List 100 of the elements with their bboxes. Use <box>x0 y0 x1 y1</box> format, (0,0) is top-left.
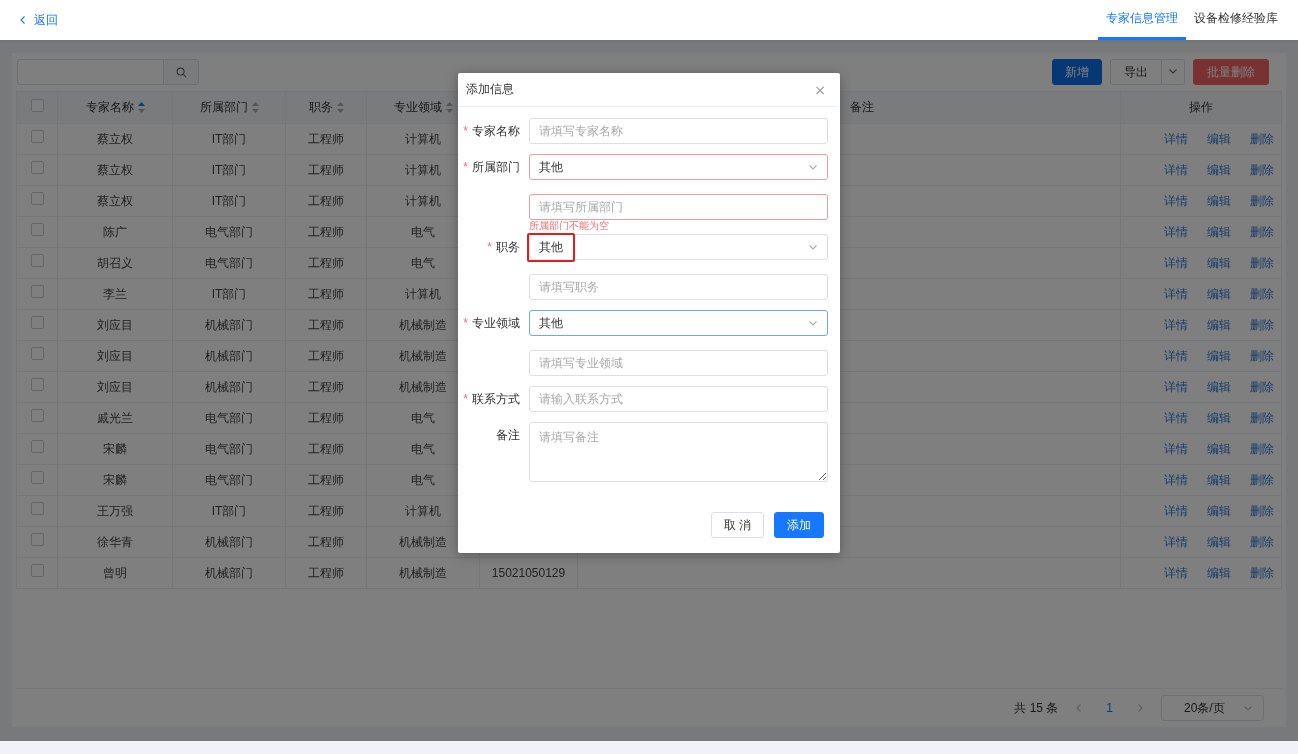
action-link[interactable]: 编辑 <box>1207 347 1231 365</box>
search-button[interactable] <box>163 59 199 85</box>
table-cell: 工程师 <box>308 379 344 394</box>
action-link[interactable]: 编辑 <box>1207 502 1231 520</box>
action-link[interactable]: 编辑 <box>1207 130 1231 148</box>
select-field[interactable]: 其他 <box>529 310 828 336</box>
action-link[interactable]: 删除 <box>1250 409 1274 427</box>
export-dropdown-button[interactable] <box>1162 59 1185 85</box>
action-link[interactable]: 删除 <box>1250 347 1274 365</box>
input-field[interactable]: 请填写专业领域 <box>529 350 828 376</box>
input-field[interactable]: 请填写职务 <box>529 274 828 300</box>
action-link[interactable]: 详情 <box>1164 533 1188 551</box>
action-link[interactable]: 删除 <box>1250 502 1274 520</box>
action-link[interactable]: 详情 <box>1164 564 1188 582</box>
sort-icon[interactable] <box>137 102 145 114</box>
action-link[interactable]: 详情 <box>1164 316 1188 334</box>
action-link[interactable]: 详情 <box>1164 347 1188 365</box>
input-field[interactable]: 请填写专家名称 <box>529 118 828 144</box>
action-link[interactable]: 删除 <box>1250 254 1274 272</box>
action-link[interactable]: 编辑 <box>1207 254 1231 272</box>
add-button[interactable]: 新增 <box>1052 59 1102 85</box>
row-checkbox[interactable] <box>30 409 44 423</box>
action-link[interactable]: 删除 <box>1250 378 1274 396</box>
action-link[interactable]: 编辑 <box>1207 378 1231 396</box>
action-link[interactable]: 详情 <box>1164 409 1188 427</box>
row-checkbox[interactable] <box>30 316 44 330</box>
action-link[interactable]: 详情 <box>1164 192 1188 210</box>
cancel-button[interactable]: 取 消 <box>710 512 764 538</box>
table-cell: 电气部门 <box>205 224 253 239</box>
sort-icon[interactable] <box>336 102 344 114</box>
action-link[interactable]: 编辑 <box>1207 223 1231 241</box>
action-link[interactable]: 详情 <box>1164 502 1188 520</box>
action-link[interactable]: 删除 <box>1250 223 1274 241</box>
action-link[interactable]: 编辑 <box>1207 440 1231 458</box>
action-link[interactable]: 详情 <box>1164 223 1188 241</box>
row-checkbox[interactable] <box>30 285 44 299</box>
action-link[interactable]: 删除 <box>1250 192 1274 210</box>
action-link[interactable]: 详情 <box>1164 378 1188 396</box>
nav-tab[interactable]: 设备检修经验库 <box>1186 0 1286 40</box>
error-message: 所属部门不能为空 <box>529 220 609 231</box>
action-link[interactable]: 详情 <box>1164 161 1188 179</box>
row-checkbox[interactable] <box>30 192 44 206</box>
action-link[interactable]: 详情 <box>1164 130 1188 148</box>
action-link[interactable]: 删除 <box>1250 564 1274 582</box>
row-checkbox[interactable] <box>30 378 44 392</box>
table-cell: 机械部门 <box>205 317 253 332</box>
page-size-select[interactable]: 20条/页 <box>1161 695 1264 721</box>
table-cell: IT部门 <box>211 162 247 177</box>
table-cell: 机械部门 <box>205 565 253 580</box>
select-field[interactable]: 其他 <box>529 234 828 260</box>
export-button[interactable]: 导出 <box>1110 59 1162 85</box>
row-checkbox[interactable] <box>30 130 44 144</box>
row-checkbox[interactable] <box>30 533 44 547</box>
action-link[interactable]: 编辑 <box>1207 161 1231 179</box>
back-link[interactable]: 返回 <box>18 0 58 40</box>
action-link[interactable]: 编辑 <box>1207 285 1231 303</box>
table-cell: 工程师 <box>308 410 344 425</box>
input-field[interactable]: 请输入联系方式 <box>529 386 828 412</box>
row-checkbox[interactable] <box>30 564 44 578</box>
action-link[interactable]: 详情 <box>1164 471 1188 489</box>
row-checkbox[interactable] <box>30 347 44 361</box>
row-checkbox[interactable] <box>30 223 44 237</box>
table-cell: 电气 <box>411 410 435 425</box>
action-link[interactable]: 详情 <box>1164 440 1188 458</box>
action-link[interactable]: 编辑 <box>1207 316 1231 334</box>
action-link[interactable]: 删除 <box>1250 285 1274 303</box>
action-link[interactable]: 编辑 <box>1207 533 1231 551</box>
row-checkbox[interactable] <box>30 161 44 175</box>
caret-icon <box>1243 703 1253 713</box>
nav-tab[interactable]: 专家信息管理 <box>1098 0 1186 40</box>
submit-button[interactable]: 添加 <box>774 512 824 538</box>
sort-icon[interactable] <box>445 102 453 114</box>
action-link[interactable]: 编辑 <box>1207 192 1231 210</box>
action-link[interactable]: 删除 <box>1250 161 1274 179</box>
sort-icon[interactable] <box>251 102 259 114</box>
search-icon <box>175 66 187 78</box>
row-checkbox[interactable] <box>30 502 44 516</box>
action-link[interactable]: 删除 <box>1250 471 1274 489</box>
select-all-checkbox[interactable] <box>30 98 44 112</box>
row-checkbox[interactable] <box>30 254 44 268</box>
action-link[interactable]: 详情 <box>1164 285 1188 303</box>
textarea-field[interactable]: 请填写备注 <box>529 422 828 482</box>
action-link[interactable]: 删除 <box>1250 316 1274 334</box>
action-link[interactable]: 删除 <box>1250 533 1274 551</box>
input-field[interactable]: 请填写所属部门 <box>529 194 828 220</box>
close-button[interactable]: × <box>814 81 826 98</box>
page-number[interactable]: 1 <box>1100 700 1119 716</box>
table-cell: 蔡立权 <box>97 131 133 146</box>
action-link[interactable]: 编辑 <box>1207 564 1231 582</box>
row-checkbox[interactable] <box>30 440 44 454</box>
table-cell: 工程师 <box>308 348 344 363</box>
action-link[interactable]: 编辑 <box>1207 471 1231 489</box>
select-field[interactable]: 其他 <box>529 154 828 180</box>
row-checkbox[interactable] <box>30 471 44 485</box>
action-link[interactable]: 删除 <box>1250 440 1274 458</box>
action-link[interactable]: 详情 <box>1164 254 1188 272</box>
table-cell: 工程师 <box>308 503 344 518</box>
action-link[interactable]: 编辑 <box>1207 409 1231 427</box>
action-link[interactable]: 删除 <box>1250 130 1274 148</box>
batch-delete-button[interactable]: 批量删除 <box>1193 59 1269 85</box>
